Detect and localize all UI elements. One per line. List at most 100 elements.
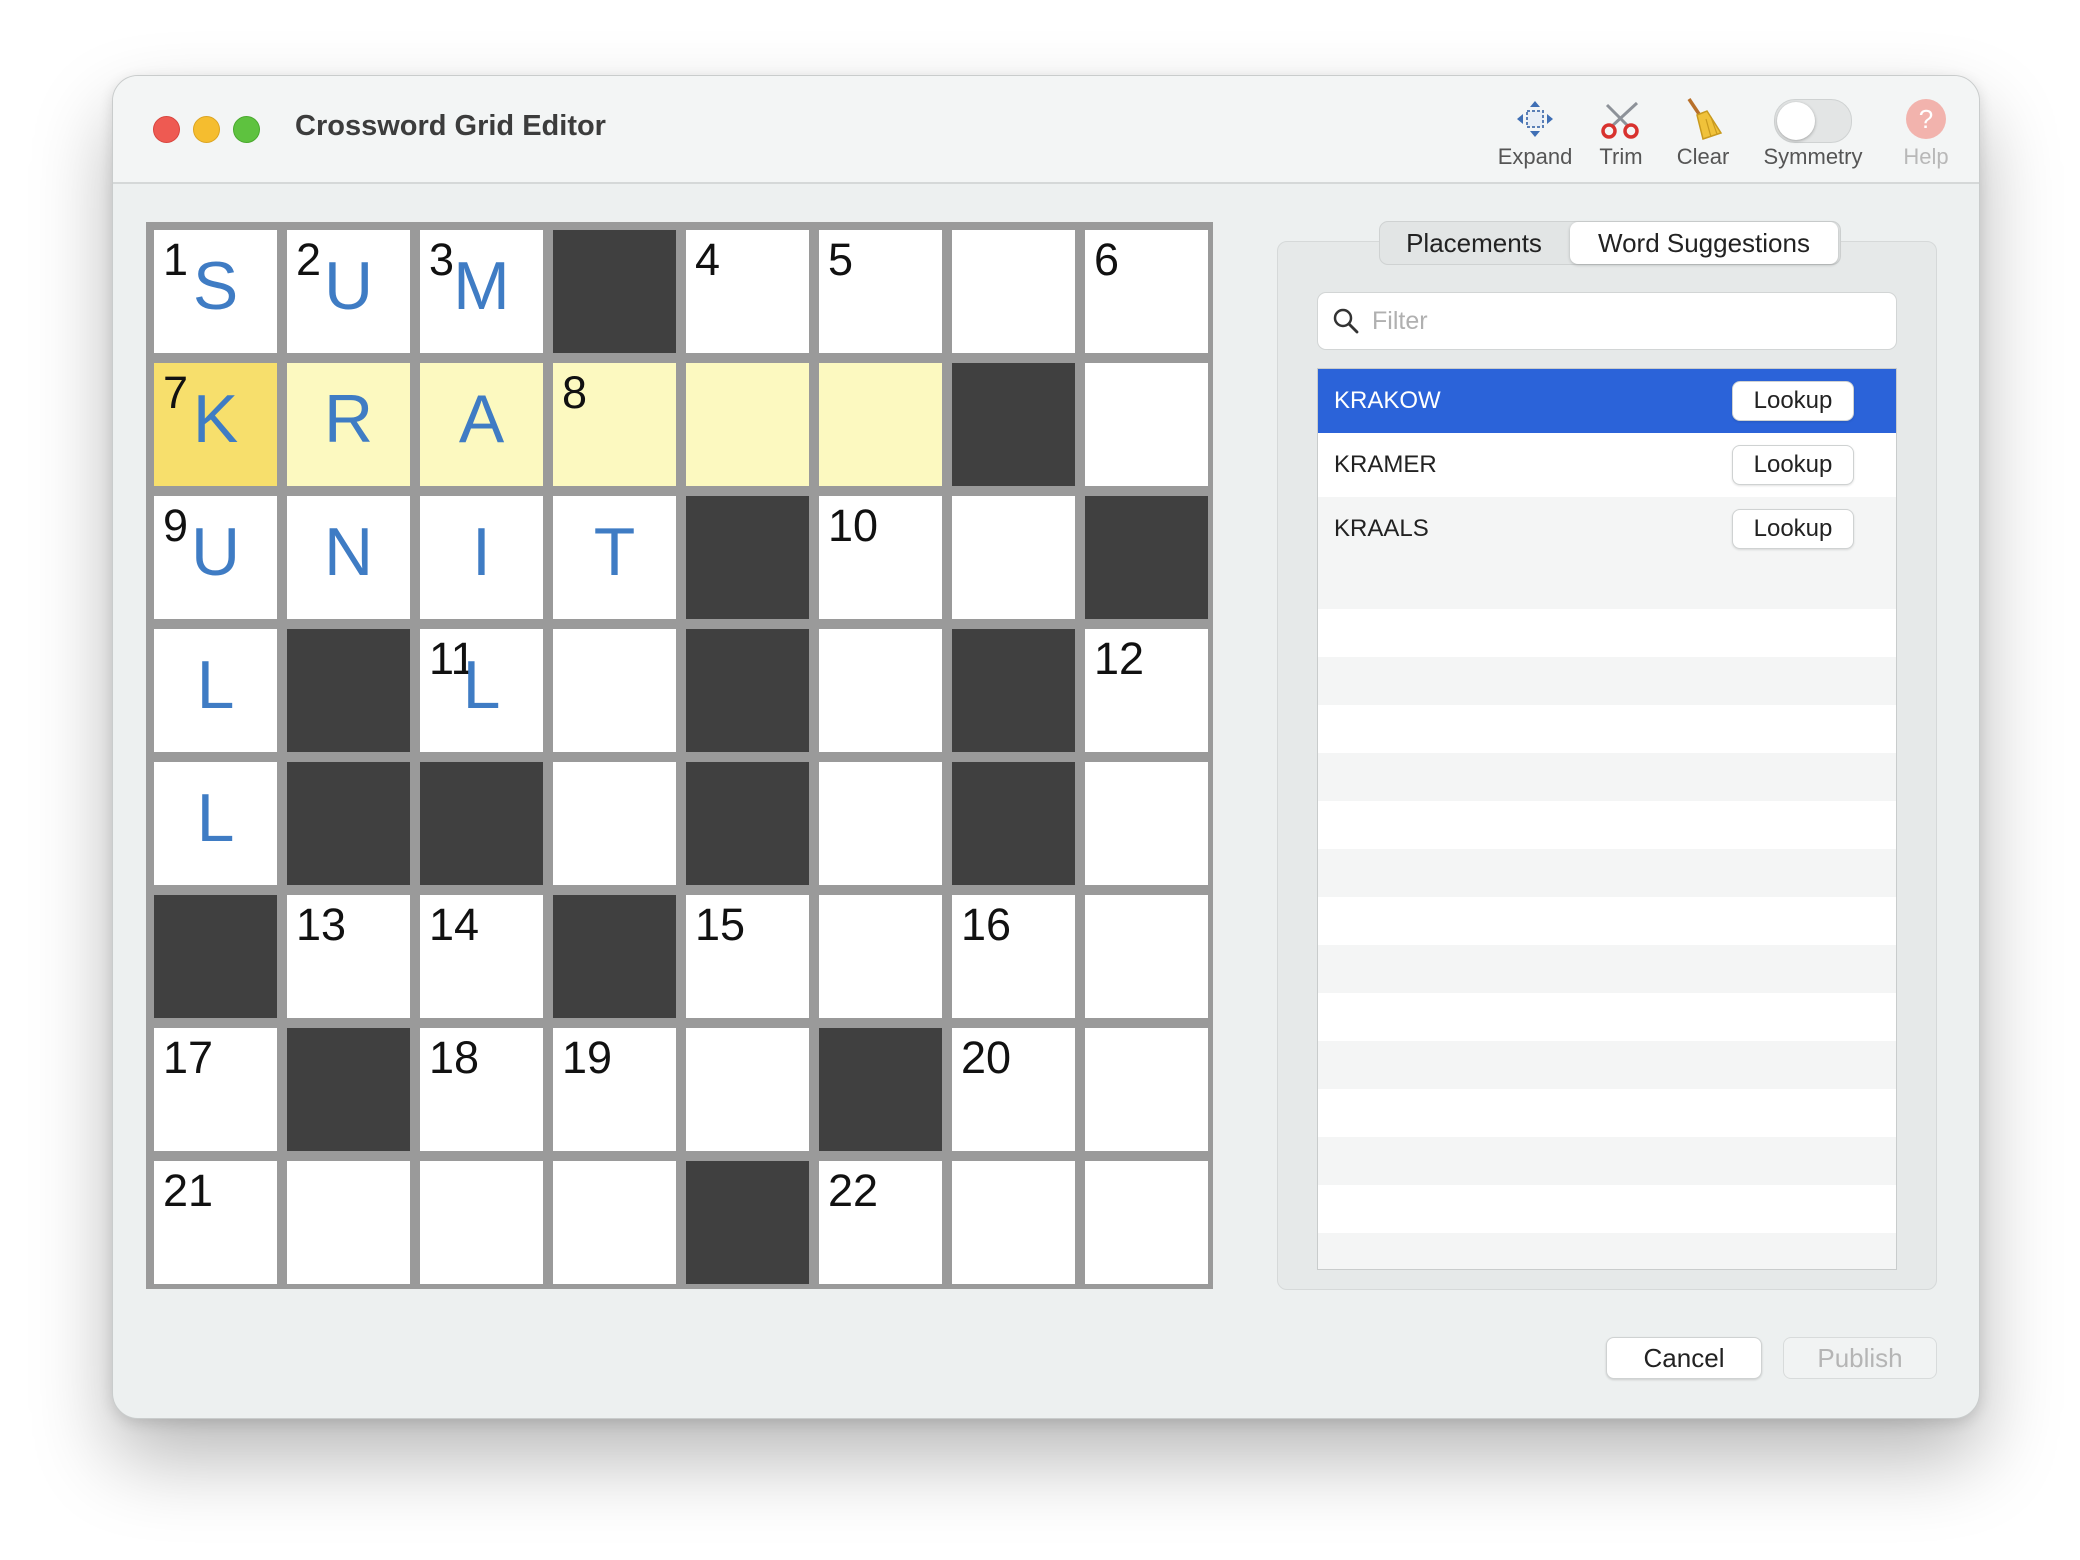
grid-cell[interactable] [553, 1161, 676, 1284]
symmetry-toggle[interactable]: Symmetry [1753, 94, 1873, 174]
empty-row [1318, 1185, 1896, 1233]
grid-cell[interactable]: 4 [686, 230, 809, 353]
grid-cell[interactable]: 7K [154, 363, 277, 486]
search-icon [1333, 308, 1359, 334]
grid-cell[interactable]: 11 L [420, 629, 543, 752]
grid-block-cell[interactable] [287, 762, 410, 885]
grid-cell[interactable]: A [420, 363, 543, 486]
grid-block-cell[interactable] [952, 762, 1075, 885]
grid-block-cell[interactable] [553, 230, 676, 353]
grid-cell[interactable]: 12 [1085, 629, 1208, 752]
grid-block-cell[interactable] [952, 629, 1075, 752]
cell-letter: S [192, 248, 239, 324]
grid-block-cell[interactable] [287, 1028, 410, 1151]
grid-cell[interactable] [819, 629, 942, 752]
grid-cell[interactable] [420, 1161, 543, 1284]
grid-cell[interactable]: 16 [952, 895, 1075, 1018]
grid-cell[interactable] [1085, 895, 1208, 1018]
grid-cell[interactable]: 6 [1085, 230, 1208, 353]
help-button[interactable]: ? Help [1891, 94, 1961, 174]
clue-number: 15 [695, 899, 746, 950]
grid-cell[interactable] [686, 1028, 809, 1151]
suggestion-row[interactable]: KRAKOW Lookup [1318, 369, 1896, 433]
filter-field[interactable] [1317, 292, 1897, 350]
grid-cell[interactable]: 17 [154, 1028, 277, 1151]
grid-block-cell[interactable] [287, 629, 410, 752]
grid-cell[interactable]: 5 [819, 230, 942, 353]
grid-cell[interactable]: 22 [819, 1161, 942, 1284]
grid-block-cell[interactable] [686, 1161, 809, 1284]
grid-cell[interactable]: 13 [287, 895, 410, 1018]
grid-cell[interactable]: 10 [819, 496, 942, 619]
tab-placements[interactable]: Placements [1380, 222, 1568, 264]
grid-cell[interactable]: 3M [420, 230, 543, 353]
grid-cell[interactable] [1085, 1161, 1208, 1284]
grid-cell[interactable]: L [154, 629, 277, 752]
empty-row [1318, 1233, 1896, 1269]
grid-cell[interactable] [287, 1161, 410, 1284]
grid-cell[interactable]: 20 [952, 1028, 1075, 1151]
minimize-window-button[interactable] [193, 116, 220, 143]
clue-number: 4 [695, 234, 721, 285]
grid-cell[interactable]: L [154, 762, 277, 885]
cell-letter: N [323, 514, 374, 590]
expand-button[interactable]: Expand [1490, 94, 1580, 174]
grid-cell[interactable] [1085, 762, 1208, 885]
grid-block-cell[interactable] [952, 363, 1075, 486]
grid-cell[interactable] [952, 230, 1075, 353]
grid-block-cell[interactable] [819, 1028, 942, 1151]
grid-cell[interactable]: R [287, 363, 410, 486]
close-window-button[interactable] [153, 116, 180, 143]
grid-block-cell[interactable] [686, 762, 809, 885]
grid-cell[interactable] [553, 629, 676, 752]
grid-block-cell[interactable] [686, 629, 809, 752]
suggestion-word: KRAALS [1334, 515, 1429, 542]
grid-cell[interactable]: 15 [686, 895, 809, 1018]
empty-row [1318, 561, 1896, 609]
suggestion-row[interactable]: KRAMER Lookup [1318, 433, 1896, 497]
grid-cell[interactable]: 1S [154, 230, 277, 353]
grid-block-cell[interactable] [686, 496, 809, 619]
grid-cell[interactable] [819, 363, 942, 486]
suggestion-row[interactable]: KRAALS Lookup [1318, 497, 1896, 561]
filter-input[interactable] [1370, 301, 1874, 341]
tab-word-suggestions[interactable]: Word Suggestions [1570, 222, 1838, 264]
grid-cell[interactable]: 19 [553, 1028, 676, 1151]
grid-cell[interactable]: 21 [154, 1161, 277, 1284]
grid-cell[interactable]: 14 [420, 895, 543, 1018]
lookup-button[interactable]: Lookup [1732, 445, 1854, 485]
publish-button[interactable]: Publish [1783, 1337, 1937, 1379]
grid-cell[interactable]: 9U [154, 496, 277, 619]
clue-number: 14 [429, 899, 480, 950]
crossword-grid[interactable]: 1 S 2 U 3 M 4 5 6 7 K R A 8 9 U N I T 10 L 11 L 12 L 13 14 15 16 17 18… [146, 222, 1213, 1289]
grid-cell[interactable]: 2U [287, 230, 410, 353]
grid-block-cell[interactable] [154, 895, 277, 1018]
symmetry-switch[interactable] [1774, 99, 1852, 143]
suggestion-word: KRAKOW [1334, 387, 1441, 414]
grid-cell[interactable] [1085, 1028, 1208, 1151]
grid-block-cell[interactable] [420, 762, 543, 885]
cancel-button[interactable]: Cancel [1606, 1337, 1762, 1379]
grid-block-cell[interactable] [1085, 496, 1208, 619]
zoom-window-button[interactable] [233, 116, 260, 143]
trim-button[interactable]: Trim [1581, 94, 1661, 174]
grid-cell[interactable]: 8 [553, 363, 676, 486]
grid-cell[interactable]: I [420, 496, 543, 619]
grid-cell[interactable]: T [553, 496, 676, 619]
grid-cell[interactable]: N [287, 496, 410, 619]
grid-cell[interactable] [1085, 363, 1208, 486]
grid-cell[interactable] [686, 363, 809, 486]
lookup-button[interactable]: Lookup [1732, 509, 1854, 549]
grid-cell[interactable] [952, 496, 1075, 619]
clear-button[interactable]: Clear [1665, 94, 1741, 174]
grid-cell[interactable] [819, 895, 942, 1018]
grid-cell[interactable] [952, 1161, 1075, 1284]
lookup-button[interactable]: Lookup [1732, 381, 1854, 421]
grid-block-cell[interactable] [553, 895, 676, 1018]
clue-number: 16 [961, 899, 1012, 950]
clue-number: 18 [429, 1032, 480, 1083]
grid-cell[interactable] [819, 762, 942, 885]
grid-cell[interactable]: 18 [420, 1028, 543, 1151]
window-title: Crossword Grid Editor [295, 110, 606, 142]
grid-cell[interactable] [553, 762, 676, 885]
